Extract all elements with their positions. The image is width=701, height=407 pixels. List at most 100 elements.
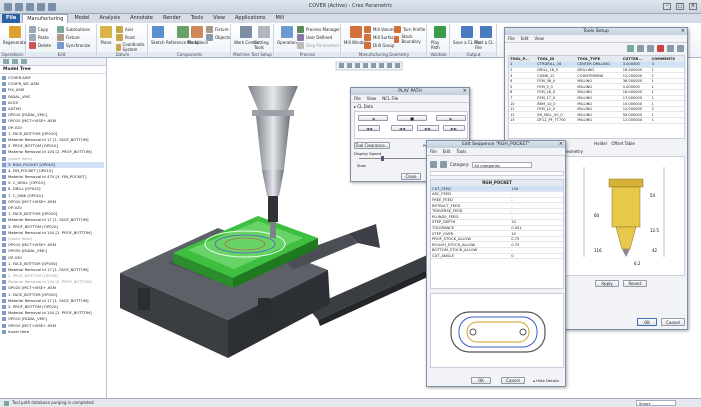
menu-file[interactable]: File [430, 149, 437, 154]
tree-settings-icon[interactable] [12, 59, 18, 64]
tab-offset-table[interactable]: Offset Table [611, 141, 635, 149]
mill-volume-button[interactable]: Mill Volume [364, 26, 396, 33]
revert-button[interactable]: Revert [623, 280, 647, 287]
close-icon[interactable]: × [559, 141, 563, 148]
ok-button[interactable]: OK [637, 318, 657, 326]
close-icon[interactable]: × [689, 3, 697, 10]
close-icon[interactable]: × [463, 88, 467, 95]
menu-edit[interactable]: Edit [521, 36, 529, 41]
tab-mill[interactable]: Mill [272, 14, 288, 23]
hide-details-toggle[interactable]: ▴ Hide Details [533, 378, 559, 383]
close-button[interactable]: Close [401, 173, 421, 180]
ok-button[interactable]: OK [471, 377, 491, 384]
delete-button[interactable]: Delete [29, 42, 51, 49]
tab-file[interactable]: File [2, 14, 21, 23]
paste-tool-icon[interactable] [647, 45, 654, 52]
dim-label: 42 [652, 248, 658, 253]
menu-file[interactable]: File [354, 96, 361, 101]
workpiece-button[interactable]: Workpiece [187, 26, 208, 45]
apply-button[interactable]: Apply [595, 280, 619, 287]
tree-filter-icon[interactable] [3, 59, 9, 64]
info-icon[interactable] [667, 45, 674, 52]
table-row[interactable]: 13 DF12_PF_TT700 MILLING 12.000000 1 [509, 117, 684, 124]
view-icon[interactable] [440, 161, 447, 168]
tree-item[interactable]: Material Removal Id 104 [2. PROF_BOTTOM] [2, 230, 104, 236]
plane-button[interactable]: Plane [100, 26, 112, 45]
paste-button[interactable]: Paste [29, 34, 49, 41]
coordinate-system-button[interactable]: Coordinate System [116, 42, 147, 52]
cancel-button[interactable]: Cancel [661, 318, 685, 326]
tool-clearance-button[interactable]: Tool Clearance... [354, 142, 390, 149]
cl-data-toggle[interactable]: ▸ CL Data [354, 104, 373, 109]
subroutines-button[interactable]: Subroutines [57, 26, 90, 33]
tree-item-label: ACS0 [8, 99, 19, 105]
tree-item-label: Insert Here [8, 328, 30, 334]
speed-slider-thumb[interactable] [381, 156, 384, 161]
minimize-icon[interactable]: – [663, 3, 671, 10]
axis-button[interactable]: Axis [116, 26, 133, 33]
close-icon[interactable]: × [681, 28, 685, 35]
parameter-value[interactable]: 0 [510, 253, 563, 260]
new-tool-icon[interactable] [627, 45, 634, 52]
process-manager-button[interactable]: Process Manager [297, 26, 340, 33]
menu-view[interactable]: View [534, 36, 544, 41]
turn-profile-button[interactable]: Turn Profile [394, 26, 425, 33]
point-button[interactable]: Point [116, 34, 135, 41]
cancel-button[interactable]: Cancel [501, 377, 525, 384]
tab-holder[interactable]: Holder [594, 141, 607, 149]
delete-tool-icon[interactable] [657, 45, 664, 52]
step-back-button[interactable]: ◄ [358, 115, 388, 121]
tab-tools[interactable]: Tools [187, 14, 207, 23]
tree-item[interactable]: Material Removal Id 104 [2. PROF_BOTTOM] [2, 279, 104, 285]
category-select[interactable]: All categories [472, 161, 533, 168]
fixture-edit-button[interactable]: Fixture [57, 34, 80, 41]
step-parameters-button[interactable]: Step Parameters [297, 42, 339, 49]
tab-analysis[interactable]: Analysis [95, 14, 124, 23]
menu-edit[interactable]: Edit [443, 149, 451, 154]
step-reverse-button[interactable]: ◄◄ [391, 125, 413, 131]
menu-ncl-file[interactable]: NCL File [382, 96, 398, 101]
menu-tools[interactable]: Tools [456, 149, 466, 154]
play-path-button[interactable]: Play Path [431, 26, 449, 50]
fast-forward-button[interactable]: ►► [443, 125, 465, 131]
mill-surface-button[interactable]: Mill Surface [364, 34, 396, 41]
step-forward-button[interactable]: ►► [417, 125, 439, 131]
sketch-button[interactable]: Sketch [151, 26, 164, 45]
tree-item-label: OP-030 [8, 254, 22, 260]
post-cl-file-button[interactable]: Post a CL File [475, 26, 496, 50]
tree-columns-icon[interactable] [21, 59, 27, 64]
fixture-button[interactable]: Fixture [206, 26, 229, 33]
rewind-button[interactable]: ◄◄ [358, 125, 380, 131]
copy-button[interactable]: Copy [29, 26, 48, 33]
tab-annotate[interactable]: Annotate [126, 14, 157, 23]
play-button[interactable]: ► [436, 115, 466, 121]
user-defined-button[interactable]: User Defined [297, 34, 332, 41]
tree-item[interactable]: Insert Here [2, 329, 104, 335]
cutting-tools-button[interactable]: Cutting Tools [254, 26, 273, 50]
objects-button[interactable]: Objects [206, 34, 230, 41]
search-input[interactable] [430, 171, 564, 176]
stock-boundary-icon [394, 35, 400, 43]
tab-manufacturing[interactable]: Manufacturing [22, 14, 69, 23]
menu-file[interactable]: File [508, 36, 515, 41]
tab-view[interactable]: View [209, 14, 229, 23]
copy-tool-icon[interactable] [637, 45, 644, 52]
stock-boundary-button[interactable]: Stock Boundary [394, 34, 426, 44]
filter-icon[interactable] [430, 161, 437, 168]
settings-icon[interactable] [677, 45, 684, 52]
regenerate-button[interactable]: Regenerate [3, 26, 26, 45]
selection-filter[interactable]: Smart [636, 400, 676, 406]
tab-model[interactable]: Model [70, 14, 93, 23]
maximize-icon[interactable]: □ [676, 3, 684, 10]
tab-render[interactable]: Render [159, 14, 185, 23]
menu-view[interactable]: View [367, 96, 377, 101]
tree-item[interactable]: Material Removal Id 104 [2. PROF_BOTTOM] [2, 310, 104, 316]
parameter-row[interactable]: CUT_ANGLE 0 [431, 253, 563, 260]
synchronize-button[interactable]: Synchronize [57, 42, 90, 49]
drill-group-button[interactable]: Drill Group [364, 42, 395, 49]
tree-item[interactable]: Material Removal Id 104 [2. PROF_BOTTOM] [2, 149, 104, 155]
stop-button[interactable]: ■ [397, 115, 427, 121]
operation-button[interactable]: Operation [277, 26, 297, 45]
tree-item-label: 1. FACE_BOTTOM [OP010] [8, 130, 58, 136]
tab-applications[interactable]: Applications [231, 14, 270, 23]
